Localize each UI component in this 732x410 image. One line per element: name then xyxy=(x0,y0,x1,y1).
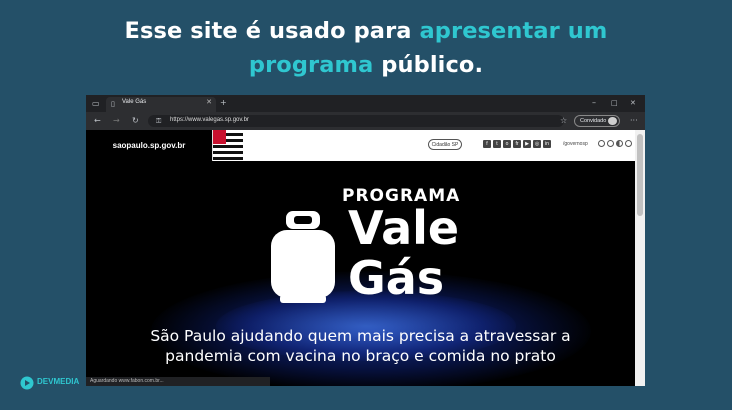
status-bar: Aguardando www.fabon.com.br... xyxy=(86,377,270,386)
forward-icon[interactable]: → xyxy=(113,117,120,125)
toolbar: ← → ↻ ⚿ https://www.valegas.sp.gov.br ☆ … xyxy=(86,112,645,130)
browser-window: ▭ ▯ Vale Gás ✕ + – □ ✕ ← → ↻ ⚿ https://w… xyxy=(86,95,645,386)
sp-flag-icon xyxy=(212,130,243,161)
guest-label: Convidado xyxy=(580,118,607,124)
devmedia-logo-icon xyxy=(20,376,34,390)
window-close-icon[interactable]: ✕ xyxy=(630,99,636,107)
cidadao-sp-button[interactable]: Cidadão SP xyxy=(428,139,462,150)
gas-cylinder-icon xyxy=(271,211,335,303)
scroll-thumb[interactable] xyxy=(637,134,643,216)
program-title-line-1: Vale xyxy=(348,201,460,255)
refresh-icon[interactable]: ↻ xyxy=(132,117,139,125)
favorites-icon[interactable]: ☆ xyxy=(560,117,567,125)
headline: Esse site é usado para apresentar um pro… xyxy=(0,14,732,82)
contrast-icon[interactable] xyxy=(616,140,623,147)
page-icon: ▯ xyxy=(111,100,115,108)
linkedin-icon[interactable]: in xyxy=(543,140,551,148)
hero-banner: PROGRAMA Vale Gás São Paulo ajudando que… xyxy=(86,161,635,386)
instagram-icon[interactable]: o xyxy=(503,140,511,148)
avatar xyxy=(608,117,617,125)
headline-accent-2: programa xyxy=(248,52,374,78)
youtube-icon[interactable]: ▶ xyxy=(523,140,531,148)
issuu-icon[interactable]: ◎ xyxy=(533,140,541,148)
brand-name: DEVMEDIA xyxy=(37,377,80,386)
site-logo[interactable]: saopaulo.sp.gov.br xyxy=(86,130,212,161)
lock-icon[interactable]: ⚿ xyxy=(156,117,161,125)
scrollbar[interactable] xyxy=(635,130,645,386)
twitter-icon[interactable]: t xyxy=(493,140,501,148)
close-icon[interactable]: ✕ xyxy=(206,98,212,106)
sidebar-icon[interactable]: ▭ xyxy=(92,100,100,108)
accessibility-icon[interactable] xyxy=(598,140,605,147)
new-tab-icon[interactable]: + xyxy=(220,99,227,107)
more-icon[interactable]: ··· xyxy=(630,117,638,125)
tab-bar: ▭ ▯ Vale Gás ✕ + – □ ✕ xyxy=(86,95,645,112)
minimize-icon[interactable]: – xyxy=(592,99,596,107)
tab-title: Vale Gás xyxy=(122,99,147,105)
flag-canton xyxy=(213,130,226,144)
hero-tagline: São Paulo ajudando quem mais precisa a a… xyxy=(86,326,635,366)
browser-tab[interactable]: ▯ Vale Gás ✕ xyxy=(106,97,216,112)
facebook-icon[interactable]: f xyxy=(483,140,491,148)
headline-line-1: Esse site é usado para apresentar um xyxy=(0,14,732,48)
social-handle: /governosp xyxy=(563,141,588,147)
headline-line-2: programa público. xyxy=(0,48,732,82)
url-text: https://www.valegas.sp.gov.br xyxy=(170,117,249,123)
program-title-line-2: Gás xyxy=(348,251,445,305)
maximize-icon[interactable]: □ xyxy=(611,99,618,107)
tagline-line-1: São Paulo ajudando quem mais precisa a a… xyxy=(150,327,571,345)
language-icon[interactable] xyxy=(607,140,614,147)
flickr-icon[interactable]: fr xyxy=(513,140,521,148)
address-bar[interactable]: ⚿ https://www.valegas.sp.gov.br xyxy=(148,115,564,127)
headline-accent-1: apresentar um xyxy=(419,18,608,44)
site-header: saopaulo.sp.gov.br Cidadão SP f t o fr ▶… xyxy=(86,130,635,161)
guest-profile-button[interactable]: Convidado xyxy=(574,115,620,127)
settings-icon[interactable] xyxy=(625,140,632,147)
headline-part-2: público. xyxy=(373,52,484,78)
tagline-line-2: pandemia com vacina no braço e comida no… xyxy=(165,347,556,365)
back-icon[interactable]: ← xyxy=(94,117,101,125)
headline-part-1: Esse site é usado para xyxy=(124,18,420,44)
